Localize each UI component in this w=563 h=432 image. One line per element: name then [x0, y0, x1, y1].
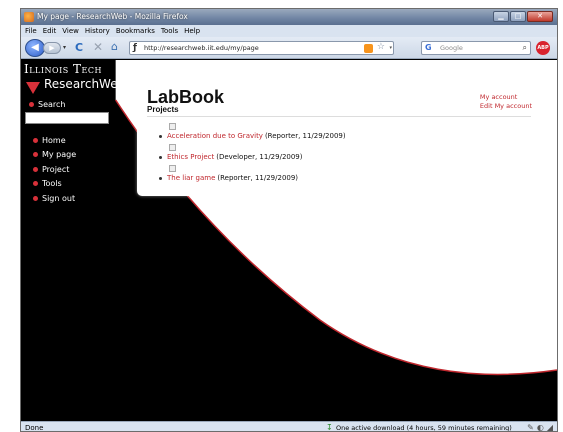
menu-bookmarks[interactable]: Bookmarks [116, 27, 155, 35]
back-arrow-icon: ◀ [31, 42, 39, 53]
logo-illinois-tech: Illinois Tech [24, 62, 102, 76]
url-text[interactable]: http://researchweb.iit.edu/my/page [144, 44, 259, 52]
project-link[interactable]: Ethics Project [167, 153, 214, 161]
project-thumbnail-icon[interactable] [169, 144, 176, 151]
url-dropdown-icon[interactable]: ▾ [389, 45, 392, 51]
logo-researchweb: ResearchWeb [44, 77, 126, 91]
menu-edit[interactable]: Edit [43, 27, 57, 35]
navigation-toolbar: ◀ ▶ ▾ C ✕ ⌂ ƒ http://researchweb.iit.edu… [21, 37, 557, 59]
history-dropdown-icon[interactable]: ▾ [63, 44, 66, 51]
sidebar-item-tools[interactable]: Tools [33, 177, 76, 192]
resize-grip-icon[interactable]: ◢ [547, 423, 553, 431]
bullet-icon [159, 176, 162, 180]
menu-file[interactable]: File [25, 27, 37, 35]
status-text: Done [25, 424, 44, 432]
project-meta: (Developer, 11/29/2009) [216, 153, 303, 161]
account-links: My account Edit My account [480, 93, 532, 111]
reload-icon[interactable]: C [75, 41, 83, 54]
section-title: Projects [147, 105, 179, 114]
search-placeholder: Google [440, 44, 463, 52]
sidebar-item-my-page[interactable]: My page [33, 148, 76, 163]
sidebar-item-label: Project [42, 164, 70, 174]
divider [147, 116, 531, 117]
project-meta: (Reporter, 11/29/2009) [217, 174, 299, 182]
close-button[interactable]: ✕ [527, 11, 553, 22]
search-icon[interactable]: ⌕ [523, 43, 527, 53]
menu-tools[interactable]: Tools [161, 27, 178, 35]
status-icons: ✎ ◐ ◢ [527, 423, 553, 431]
menu-view[interactable]: View [62, 27, 79, 35]
sidebar-item-home[interactable]: Home [33, 133, 76, 148]
browser-window: My page - ResearchWeb - Mozilla Firefox … [20, 8, 558, 432]
bullet-icon [29, 102, 34, 107]
window-title: My page - ResearchWeb - Mozilla Firefox [37, 12, 188, 21]
sidebar-nav: Home My page Project Tools Sign out [33, 133, 76, 206]
project-link[interactable]: The liar game [167, 174, 215, 182]
maximize-button[interactable]: □ [510, 11, 526, 22]
bullet-icon [33, 166, 38, 172]
forward-arrow-icon: ▶ [49, 44, 55, 52]
logo-triangle-icon [26, 82, 40, 94]
page-content: Illinois Tech ResearchWeb Search Home My… [21, 60, 557, 421]
stop-icon[interactable]: ✕ [93, 40, 103, 54]
download-status[interactable]: One active download (4 hours, 59 minutes… [336, 424, 512, 431]
back-button[interactable]: ◀ [25, 39, 45, 57]
bullet-icon [159, 134, 162, 138]
search-label-text: Search [38, 100, 66, 109]
window-controls: ▁ □ ✕ [493, 11, 553, 22]
menu-help[interactable]: Help [184, 27, 200, 35]
adblock-icon[interactable]: ABP [536, 41, 550, 55]
bullet-icon [33, 181, 38, 187]
my-account-link[interactable]: My account [480, 93, 532, 102]
minimize-button[interactable]: ▁ [493, 11, 509, 22]
sidebar-item-project[interactable]: Project [33, 162, 76, 177]
project-thumbnail-icon[interactable] [169, 165, 176, 172]
sidebar-item-label: Sign out [42, 193, 76, 203]
title-bar[interactable]: My page - ResearchWeb - Mozilla Firefox … [21, 9, 557, 25]
sidebar-item-label: Tools [42, 179, 62, 189]
bullet-icon [33, 152, 38, 158]
sidebar-item-label: Home [42, 135, 66, 145]
site-favicon-icon: ƒ [133, 43, 137, 53]
home-icon[interactable]: ⌂ [111, 40, 118, 53]
bullet-icon [33, 137, 38, 143]
security-icon[interactable]: ◐ [537, 423, 544, 431]
download-icon[interactable]: ↧ [326, 423, 333, 431]
forward-button[interactable]: ▶ [43, 42, 61, 54]
menu-history[interactable]: History [85, 27, 110, 35]
rss-feed-icon[interactable] [364, 44, 373, 53]
bullet-icon [33, 195, 38, 201]
menu-bar: File Edit View History Bookmarks Tools H… [21, 25, 557, 37]
sidebar-item-sign-out[interactable]: Sign out [33, 191, 76, 206]
firefox-icon [24, 12, 34, 22]
project-link[interactable]: Acceleration due to Gravity [167, 132, 263, 140]
bookmark-star-icon[interactable]: ☆ [377, 42, 385, 52]
search-bar[interactable]: G Google ⌕ [421, 41, 531, 55]
addon-icon[interactable]: ✎ [527, 423, 534, 431]
google-engine-icon[interactable]: G [425, 43, 432, 52]
status-bar: Done ↧ One active download (4 hours, 59 … [21, 421, 557, 432]
site-logo[interactable]: Illinois Tech ResearchWeb [24, 62, 125, 94]
project-meta: (Reporter, 11/29/2009) [264, 132, 346, 140]
bullet-icon [159, 155, 162, 159]
sidebar-item-label: My page [42, 150, 77, 160]
sidebar-search-label: Search [29, 100, 65, 109]
sidebar-search-input[interactable] [25, 112, 109, 124]
url-bar[interactable]: ƒ http://researchweb.iit.edu/my/page ☆ ▾ [129, 41, 394, 55]
labbook-panel: LabBook Projects My account Edit My acco… [137, 63, 541, 196]
project-thumbnail-icon[interactable] [169, 123, 176, 130]
edit-my-account-link[interactable]: Edit My account [480, 102, 532, 111]
